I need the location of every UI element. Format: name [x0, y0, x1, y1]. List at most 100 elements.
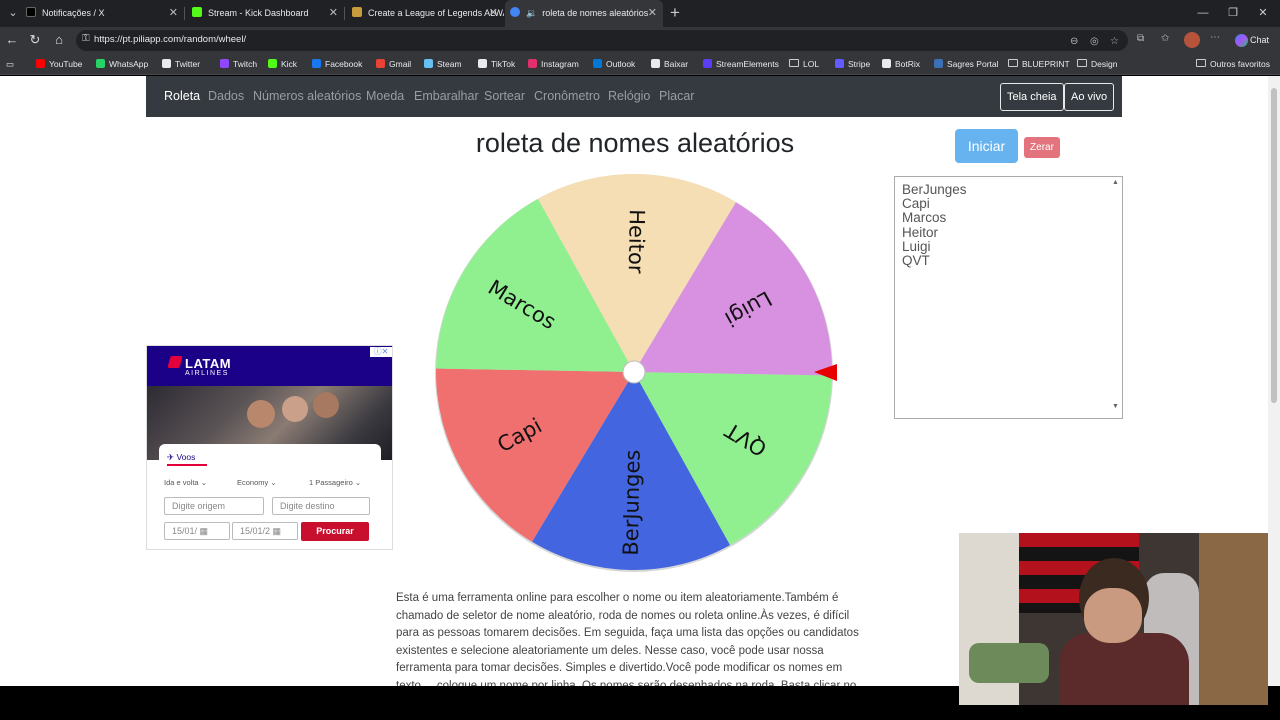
fullscreen-button[interactable]: Tela cheia	[1000, 83, 1064, 111]
webcam-door	[1199, 533, 1268, 705]
bookmark-steam[interactable]: Steam	[424, 58, 462, 71]
close-icon[interactable]: ✕	[489, 0, 498, 27]
nav-link-roleta[interactable]: Roleta	[164, 89, 200, 103]
url-text[interactable]: https://pt.piliapp.com/random/wheel/	[94, 34, 246, 45]
facebook-icon	[312, 59, 321, 68]
favorite-star-icon[interactable]: ☆	[1110, 36, 1119, 47]
bookmark-blueprint[interactable]: BLUEPRINT	[1008, 58, 1070, 71]
ad-flights-tab[interactable]: ✈ Voos	[167, 452, 195, 463]
start-button[interactable]: Iniciar	[955, 129, 1018, 163]
extensions-icon[interactable]: ⧉	[1137, 33, 1144, 44]
close-icon[interactable]: ✕	[329, 0, 338, 27]
twitch-icon	[220, 59, 229, 68]
webcam-toys	[969, 643, 1049, 683]
bookmark-instagram[interactable]: Instagram	[528, 58, 579, 71]
new-tab-button[interactable]: +	[670, 3, 680, 23]
bookmark-gmail[interactable]: Gmail	[376, 58, 411, 71]
name-wheel[interactable]: QVTBerJungesCapiMarcosHeitorLuigi	[434, 174, 838, 574]
tab-kick-dashboard[interactable]: Stream - Kick Dashboard ✕	[186, 0, 344, 27]
ad-tab-indicator	[167, 464, 207, 466]
calendar-icon: ▦	[272, 526, 282, 536]
nav-link-sortear[interactable]: Sortear	[484, 89, 525, 103]
address-bar[interactable]: ⚿ https://pt.piliapp.com/random/wheel/ ⊖…	[76, 30, 1128, 51]
page-title: roleta de nomes aleatórios	[475, 128, 795, 158]
nav-link-embaralhar[interactable]: Embaralhar	[414, 89, 479, 103]
bookmark-twitch[interactable]: Twitch	[220, 58, 257, 71]
bookmark-kick[interactable]: Kick	[268, 58, 297, 71]
restore-button[interactable]: ❐	[1218, 0, 1248, 27]
favorites-icon[interactable]: ✩	[1161, 33, 1169, 44]
window-close-button[interactable]: ✕	[1248, 0, 1278, 27]
reload-icon[interactable]: ↻	[27, 32, 43, 48]
description-text: Esta é uma ferramenta online para escolh…	[396, 592, 859, 686]
minimize-button[interactable]: —	[1188, 0, 1218, 27]
bookmark-baixar[interactable]: Baixar	[651, 58, 688, 71]
ad-cabin-select[interactable]: Economy ⌄	[237, 478, 277, 487]
bookmark-streamelements[interactable]: StreamElements	[703, 58, 779, 71]
webcam-overlay	[959, 533, 1268, 705]
nav-link-moeda[interactable]: Moeda	[366, 89, 404, 103]
more-menu-icon[interactable]: ⋯	[1210, 32, 1220, 43]
piliapp-icon	[510, 7, 520, 17]
bookmark-design[interactable]: Design	[1077, 58, 1117, 71]
nav-link-relógio[interactable]: Relógio	[608, 89, 650, 103]
textarea-scrollbar[interactable]: ▲ ▼	[1110, 177, 1122, 418]
doc-icon	[352, 7, 362, 17]
close-icon[interactable]: ✕	[648, 0, 657, 27]
ad-trip-type-select[interactable]: Ida e volta ⌄	[164, 478, 207, 487]
bookmark-youtube[interactable]: YouTube	[36, 58, 82, 71]
profile-avatar[interactable]	[1184, 32, 1200, 48]
nav-link-placar[interactable]: Placar	[659, 89, 694, 103]
nav-link-dados[interactable]: Dados	[208, 89, 244, 103]
name-line: BerJunges	[902, 182, 967, 197]
bookmark-sagres-portal[interactable]: Sagres Portal	[934, 58, 999, 71]
scrollbar-thumb[interactable]	[1271, 88, 1277, 403]
scroll-down-icon[interactable]: ▼	[1112, 403, 1119, 410]
home-icon[interactable]: ⌂	[51, 32, 67, 48]
back-arrow-icon[interactable]: ←	[4, 32, 20, 48]
zoom-icon[interactable]: ⊖	[1070, 36, 1078, 47]
ad-date-out-input[interactable]: 15/01/ ▦	[164, 522, 230, 540]
ad-passengers-select[interactable]: 1 Passageiro ⌄	[309, 478, 361, 487]
other-favorites[interactable]: Outros favoritos	[1196, 58, 1270, 71]
folder-icon	[1008, 59, 1018, 67]
stripe-icon	[835, 59, 844, 68]
copilot-chat-button[interactable]: Chat	[1230, 31, 1275, 50]
tab-league-of-legends[interactable]: Create a League of Legends ALWA ✕	[346, 0, 504, 27]
bookmark-outlook[interactable]: Outlook	[593, 58, 635, 71]
tab-search-icon[interactable]: ⌄	[4, 4, 22, 22]
nav-link-cronômetro[interactable]: Cronômetro	[534, 89, 600, 103]
ad-destination-input[interactable]: Digite destino	[272, 497, 370, 515]
bookmark-tiktok[interactable]: TikTok	[478, 58, 515, 71]
bookmark-whatsapp[interactable]: WhatsApp	[96, 58, 148, 71]
ad-origin-input[interactable]: Digite origem	[164, 497, 264, 515]
reader-icon[interactable]: ◎	[1090, 36, 1099, 47]
reading-list-icon[interactable]: ▭	[6, 58, 14, 71]
ad-search-button[interactable]: Procurar	[301, 522, 369, 541]
latam-logo-icon	[167, 356, 183, 368]
bookmark-facebook[interactable]: Facebook	[312, 58, 362, 71]
ad-photo-person	[247, 400, 275, 428]
latam-ad[interactable]: LATAM AIRLINES ⓘ✕ ✈ Voos Ida e volta ⌄ E…	[146, 345, 393, 550]
close-icon[interactable]: ✕	[169, 0, 178, 27]
ad-date-back-input[interactable]: 15/01/2 ▦	[232, 522, 298, 540]
nav-link-números-aleatórios[interactable]: Números aleatórios	[253, 89, 361, 103]
live-button[interactable]: Ao vivo	[1064, 83, 1115, 111]
tab-divider	[344, 7, 345, 20]
ad-choices-close-icon[interactable]: ⓘ✕	[370, 347, 392, 357]
bookmark-botrix[interactable]: BotRix	[882, 58, 920, 71]
bookmark-stripe[interactable]: Stripe	[835, 58, 870, 71]
scroll-up-icon[interactable]: ▲	[1112, 179, 1119, 186]
names-textarea[interactable]: ▲ ▼ BerJunges Capi Marcos Heitor Luigi QVT	[894, 176, 1123, 419]
browser-toolbar: ← ↻ ⌂ ⚿ https://pt.piliapp.com/random/wh…	[0, 27, 1280, 54]
bookmark-twitter[interactable]: Twitter	[162, 58, 200, 71]
page-scrollbar[interactable]	[1268, 76, 1280, 686]
gmail-icon	[376, 59, 385, 68]
site-info-icon[interactable]: ⚿	[82, 33, 90, 44]
outlook-icon	[593, 59, 602, 68]
bookmark-lol[interactable]: LOL	[789, 58, 819, 71]
tab-x-notifications[interactable]: Notificações / X ✕	[26, 0, 184, 27]
tab-wheel[interactable]: 🔉 roleta de nomes aleatórios ✕	[505, 0, 663, 27]
reset-button[interactable]: Zerar	[1024, 137, 1060, 158]
speaker-icon[interactable]: 🔉	[526, 8, 537, 18]
